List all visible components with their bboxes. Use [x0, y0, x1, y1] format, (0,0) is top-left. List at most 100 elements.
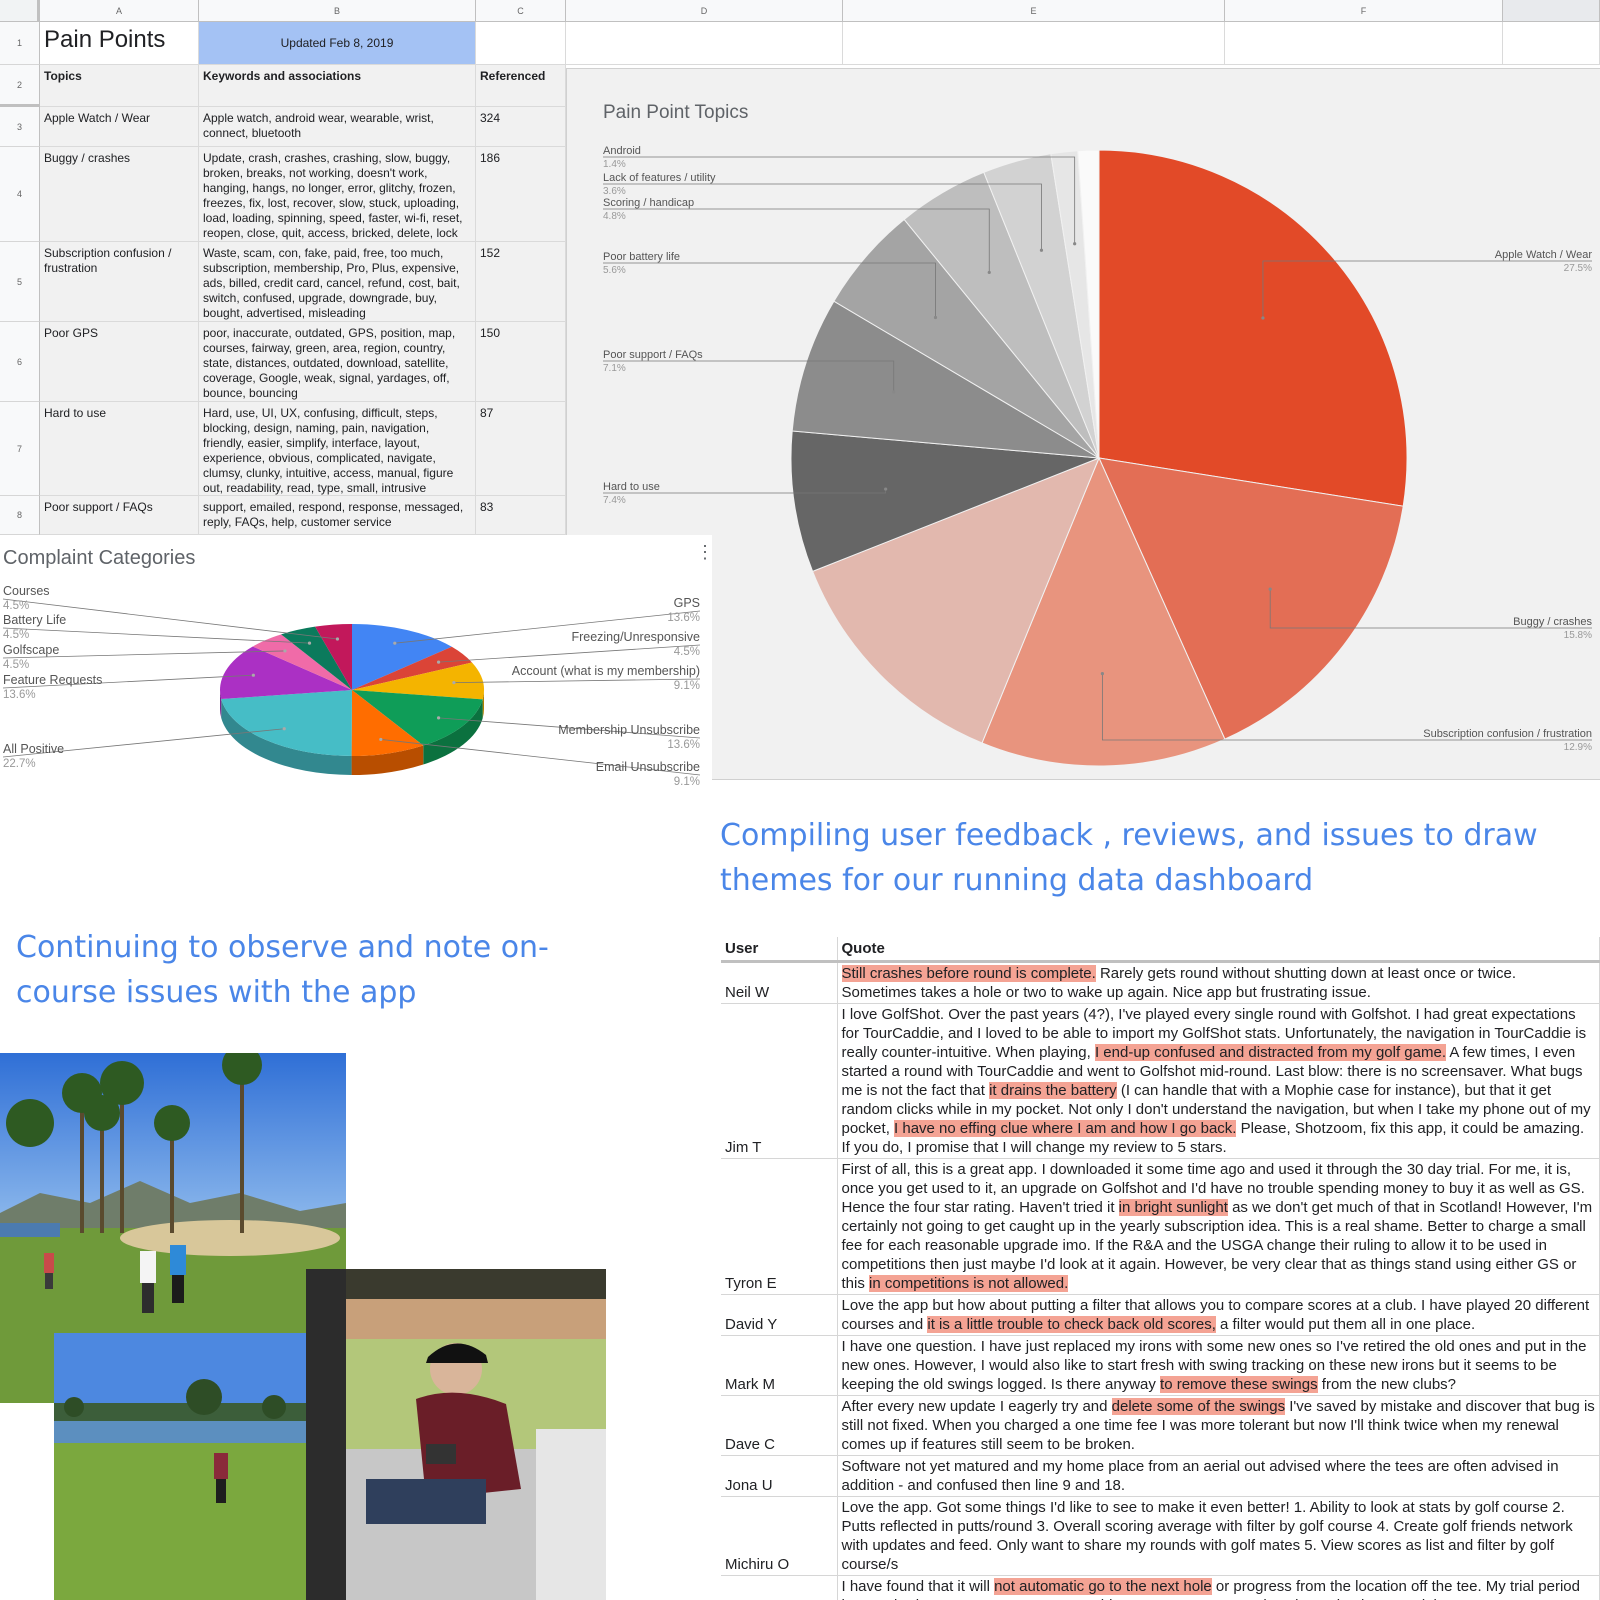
quote-text: Software not yet matured and my home pla…: [841, 1457, 1559, 1494]
slice-value-label: 27.5%: [1564, 263, 1592, 274]
leader-dot: [393, 641, 397, 645]
column-header-d[interactable]: D: [566, 0, 843, 22]
leader-dot: [283, 649, 287, 653]
referenced-cell[interactable]: 152: [476, 242, 566, 322]
highlighted-pain-point: it is a little trouble to check back old…: [927, 1315, 1216, 1333]
pain-chart-svg: Apple Watch / Wear 27.5% Buggy / crashes 15…: [603, 145, 1592, 767]
slice-label: Feature Requests: [3, 673, 102, 687]
quote-row: Mark MI have one question. I have just r…: [721, 1335, 1600, 1396]
row-header-4[interactable]: 4: [0, 147, 40, 242]
highlighted-pain-point: to remove these swings: [1160, 1375, 1318, 1393]
keywords-cell[interactable]: Waste, scam, con, fake, paid, free, too …: [199, 242, 476, 322]
pie-slice-all-positive[interactable]: [221, 690, 352, 756]
keywords-cell[interactable]: poor, inaccurate, outdated, GPS, positio…: [199, 322, 476, 402]
quote-cell[interactable]: I love GolfShot. Over the past years (4?…: [837, 1003, 1600, 1159]
sheet-title[interactable]: Pain Points: [40, 22, 199, 65]
user-cell[interactable]: Michiru O: [721, 1496, 838, 1576]
user-cell[interactable]: David Y: [721, 1294, 838, 1336]
keywords-cell[interactable]: support, emailed, respond, response, mes…: [199, 496, 476, 535]
feedback-heading: Compiling user feedback , reviews, and i…: [720, 818, 1538, 898]
empty-cell[interactable]: [1225, 22, 1503, 65]
column-header-a[interactable]: A: [40, 0, 199, 22]
quote-cell[interactable]: Software not yet matured and my home pla…: [837, 1455, 1600, 1497]
keywords-cell[interactable]: Hard, use, UI, UX, confusing, difficult,…: [199, 402, 476, 496]
pie-slice-apple-watch-wear[interactable]: [1098, 149, 1408, 507]
topic-cell[interactable]: Apple Watch / Wear: [40, 107, 199, 147]
user-cell[interactable]: Jona U: [721, 1455, 838, 1497]
empty-cell[interactable]: [843, 22, 1225, 65]
topic-cell[interactable]: Poor support / FAQs: [40, 496, 199, 535]
column-header-extra: [1503, 0, 1600, 22]
header-topics[interactable]: Topics: [40, 65, 199, 107]
keywords-cell[interactable]: Apple watch, android wear, wearable, wri…: [199, 107, 476, 147]
pain-point-topics-chart[interactable]: Pain Point Topics Apple Watch / Wear 27.5…: [566, 68, 1600, 780]
slice-value-label: 9.1%: [674, 776, 700, 788]
quote-cell[interactable]: Love the app but how about putting a fil…: [837, 1294, 1600, 1336]
slice-value-label: 3.6%: [603, 186, 626, 197]
referenced-cell[interactable]: 324: [476, 107, 566, 147]
highlighted-pain-point: in competitions is not allowed.: [869, 1274, 1069, 1292]
quote-cell[interactable]: I have one question. I have just replace…: [837, 1335, 1600, 1396]
empty-cell[interactable]: [476, 22, 566, 65]
quote-row: Jona U Software not yet matured and my ho…: [721, 1455, 1600, 1497]
quote-text: from the new clubs?: [1317, 1375, 1457, 1393]
row-header-2[interactable]: 2: [0, 65, 40, 107]
column-header-f[interactable]: F: [1225, 0, 1503, 22]
user-cell[interactable]: Mark M: [721, 1335, 838, 1396]
referenced-cell[interactable]: 150: [476, 322, 566, 402]
column-header-e[interactable]: E: [843, 0, 1225, 22]
leader-dot: [307, 641, 312, 645]
row-header-3[interactable]: 3: [0, 107, 40, 147]
slice-value-label: 4.5%: [674, 646, 700, 658]
quote-cell[interactable]: First of all, this is a great app. I dow…: [837, 1158, 1600, 1295]
user-cell[interactable]: Tyron E: [721, 1158, 838, 1295]
header-user[interactable]: User: [721, 937, 838, 963]
leader-dot: [1073, 242, 1077, 246]
user-cell[interactable]: Jim T: [721, 1003, 838, 1159]
highlighted-pain-point: I end-up confused and distracted from my…: [1094, 1043, 1446, 1061]
complaint-chart-svg: GPS 13.6% Freezing/Unresponsive 4.5% Account…: [2, 584, 701, 788]
topic-cell[interactable]: Poor GPS: [40, 322, 199, 402]
slice-label: Lack of features / utility: [603, 172, 716, 184]
referenced-cell[interactable]: 83: [476, 496, 566, 535]
select-all-corner[interactable]: [0, 0, 40, 22]
quote-cell[interactable]: After every new update I eagerly try and…: [837, 1395, 1600, 1456]
header-keywords[interactable]: Keywords and associations: [199, 65, 476, 107]
quote-cell[interactable]: I have found that it will not automatic …: [837, 1575, 1600, 1600]
slice-label: All Positive: [3, 742, 64, 756]
updated-date-cell[interactable]: Updated Feb 8, 2019: [199, 22, 476, 65]
slice-value-label: 15.8%: [1564, 630, 1592, 641]
column-header-b[interactable]: B: [199, 0, 476, 22]
quote-text: a filter would put them all in one place…: [1215, 1315, 1476, 1333]
row-header-6[interactable]: 6: [0, 322, 40, 402]
row-header-1[interactable]: 1: [0, 22, 40, 65]
row-header-8[interactable]: 8: [0, 496, 40, 535]
row-header-5[interactable]: 5: [0, 242, 40, 322]
complaint-categories-chart[interactable]: Complaint Categories ⋮ GPS 13.6% Freezing/…: [0, 535, 714, 820]
highlighted-pain-point: delete some of the swings: [1111, 1397, 1286, 1415]
header-referenced[interactable]: Referenced: [476, 65, 566, 107]
topic-cell[interactable]: Subscription confusion / frustration: [40, 242, 199, 322]
header-quote[interactable]: Quote: [837, 937, 1600, 963]
referenced-cell[interactable]: 186: [476, 147, 566, 242]
column-header-c[interactable]: C: [476, 0, 566, 22]
topic-cell[interactable]: Hard to use: [40, 402, 199, 496]
keywords-cell[interactable]: Update, crash, crashes, crashing, slow, …: [199, 147, 476, 242]
leader-dot: [251, 673, 255, 677]
slice-value-label: 12.9%: [1564, 742, 1592, 753]
slice-label: Freezing/Unresponsive: [571, 630, 700, 644]
leader-dot: [933, 315, 938, 320]
slice-value-label: 5.6%: [603, 265, 626, 276]
user-cell[interactable]: [721, 1575, 838, 1600]
slice-label: Subscription confusion / frustration: [1423, 728, 1592, 740]
slice-value-label: 7.4%: [603, 495, 626, 506]
quote-cell[interactable]: Still crashes before round is complete. …: [837, 961, 1600, 1004]
empty-cell[interactable]: [566, 22, 843, 65]
topic-cell[interactable]: Buggy / crashes: [40, 147, 199, 242]
user-cell[interactable]: Neil W: [721, 961, 838, 1004]
row-header-7[interactable]: 7: [0, 402, 40, 496]
user-cell[interactable]: Dave C: [721, 1395, 838, 1456]
empty-cell[interactable]: [1503, 22, 1600, 65]
referenced-cell[interactable]: 87: [476, 402, 566, 496]
quote-cell[interactable]: Love the app. Got some things I'd like t…: [837, 1496, 1600, 1576]
